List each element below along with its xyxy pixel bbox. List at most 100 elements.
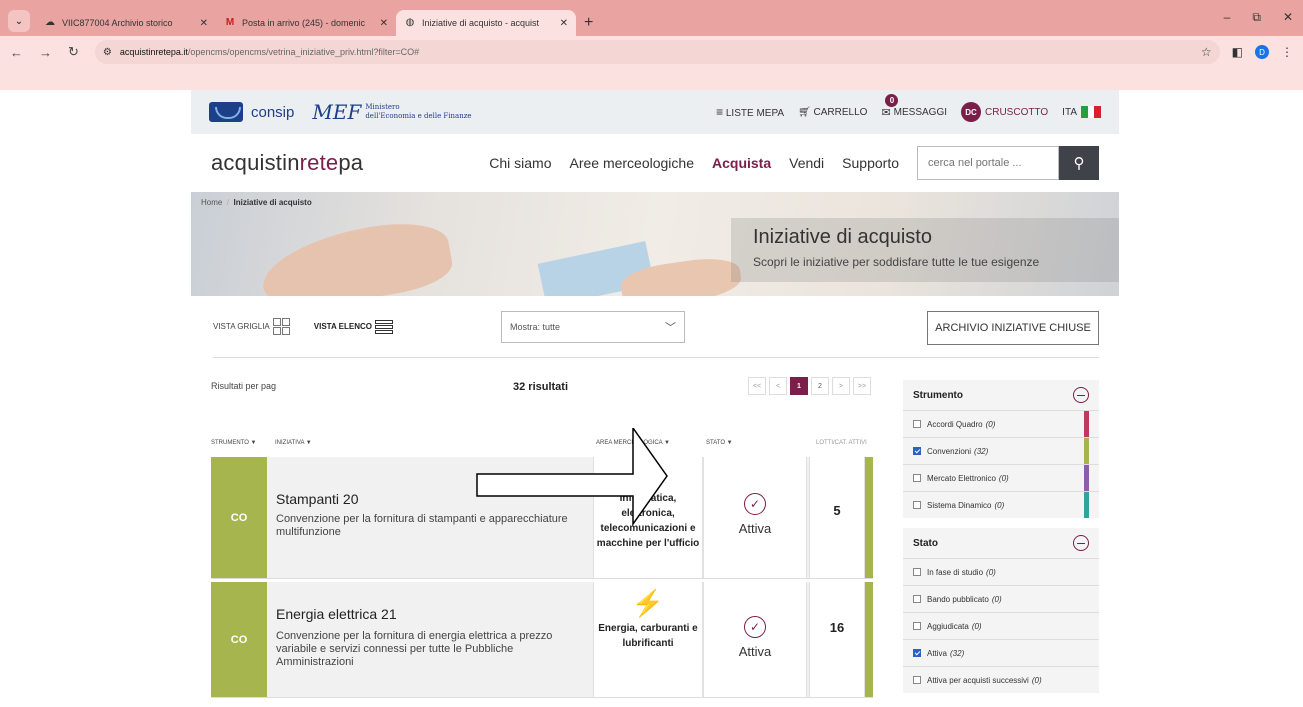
window-controls: – ⧉ ✕ [1224,10,1293,25]
liste-mepa-link[interactable]: ≡ LISTE MEPA [716,105,784,119]
checkbox[interactable] [913,568,921,576]
collapse-minus-icon[interactable] [1073,535,1089,551]
menu-vendi[interactable]: Vendi [789,155,824,171]
annotation-arrow-icon [476,428,668,527]
browser-tab-strip: ⌄ ☁ VIIC877004 Archivio storico ✕ M Post… [0,0,1303,36]
back-icon[interactable]: ← [10,45,23,60]
forward-icon[interactable]: → [39,45,52,60]
messaggi-link[interactable]: 0 ✉ MESSAGGI [881,93,947,119]
stato-cell: ✓ Attiva [703,582,807,697]
checkbox[interactable] [913,622,921,630]
close-window-icon[interactable]: ✕ [1283,10,1293,25]
menu-acquista[interactable]: Acquista [712,155,771,171]
checkbox[interactable] [913,420,921,428]
breadcrumb-home[interactable]: Home [201,198,222,207]
sort-stato[interactable]: STATO ▼ [706,440,733,446]
color-bar [1084,438,1089,464]
table-row[interactable]: CO Energia elettrica 21 Convenzione per … [211,582,873,698]
filter-aggiudicata[interactable]: Aggiudicata (0) [903,612,1099,639]
checkbox-checked[interactable] [913,649,921,657]
filter-convenzioni[interactable]: Convenzioni (32) [903,437,1099,464]
tab-archivio[interactable]: ☁ VIIC877004 Archivio storico ✕ [36,10,216,36]
language-selector[interactable]: ITA [1062,106,1102,118]
search-icon: ⚲ [1073,155,1085,172]
filter-attiva-acquisti-successivi[interactable]: Attiva per acquisti successivi (0) [903,666,1099,693]
tab-iniziative[interactable]: ◍ Iniziative di acquisto - acquist ✕ [396,10,576,36]
tab-search-chevron-icon[interactable]: ⌄ [8,10,30,32]
search-input[interactable] [917,146,1059,180]
menu-kebab-icon[interactable]: ⋮ [1281,45,1293,59]
checkbox[interactable] [913,501,921,509]
close-tab-icon[interactable]: ✕ [380,18,388,29]
cart-icon: 🛒︎ [798,106,811,118]
reload-icon[interactable]: ↻ [68,44,79,60]
filter-sistema-dinamico[interactable]: Sistema Dinamico (0) [903,491,1099,518]
consip-logo-icon[interactable] [209,102,243,122]
page-last[interactable]: >> [853,377,871,395]
site-container: consip MEF Ministero dell'Economia e del… [191,90,1119,698]
vista-elenco-button[interactable]: VISTA ELENCO [314,319,393,334]
search-button[interactable]: ⚲ [1059,146,1099,180]
checkbox[interactable] [913,595,921,603]
filter-accordi-quadro[interactable]: Accordi Quadro (0) [903,410,1099,437]
url-input[interactable]: ⚙ acquistinretepa.it/opencms/opencms/vet… [94,40,1220,64]
filter-stato: Stato In fase di studio (0) Bando pubblic… [903,528,1099,693]
tab-gmail[interactable]: M Posta in arrivo (245) - domenic ✕ [216,10,396,36]
minimize-icon[interactable]: – [1224,10,1231,25]
acquistinretepa-logo[interactable]: acquistinretepa [211,150,363,176]
page-1[interactable]: 1 [790,377,808,395]
menu-chi-siamo[interactable]: Chi siamo [489,155,551,171]
menu-aree-merceologiche[interactable]: Aree merceologiche [569,155,694,171]
close-tab-icon[interactable]: ✕ [200,18,208,29]
page-next[interactable]: > [832,377,850,395]
sort-strumento[interactable]: STRUMENTO ▼ [211,440,257,446]
main-menu: Chi siamo Aree merceologiche Acquista Ve… [489,155,899,171]
lotti-header: LOTTI/CAT. ATTIVI [816,440,867,446]
top-utility-bar: consip MEF Ministero dell'Economia e del… [191,90,1119,134]
profile-avatar[interactable]: D [1255,45,1269,59]
filter-in-fase-di-studio[interactable]: In fase di studio (0) [903,558,1099,585]
cruscotto-link[interactable]: DC CRUSCOTTO [961,102,1048,122]
list-icon: ≡ [716,105,724,119]
check-circle-icon: ✓ [744,616,766,638]
filter-strumento: Strumento Accordi Quadro (0) Convenzioni(… [903,380,1099,518]
iniziativa-title[interactable]: Energia elettrica 21 [276,606,397,622]
site-info-icon[interactable]: ⚙ [103,47,112,58]
row-color-strip [865,582,873,697]
page-2[interactable]: 2 [811,377,829,395]
new-tab-icon[interactable]: + [584,14,593,32]
collapse-minus-icon[interactable] [1073,387,1089,403]
archivio-button[interactable]: ARCHIVIO INIZIATIVE CHIUSE [927,311,1099,345]
close-tab-icon[interactable]: ✕ [560,18,568,29]
sort-iniziativa[interactable]: INIZIATIVA ▼ [275,440,312,446]
vista-griglia-button[interactable]: VISTA GRIGLIA [213,318,290,335]
check-circle-icon: ✓ [744,493,766,515]
page-first[interactable]: << [748,377,766,395]
filter-mercato-elettronico[interactable]: Mercato Elettronico (0) [903,464,1099,491]
grid-icon [272,318,290,335]
iniziativa-title[interactable]: Stampanti 20 [276,491,359,507]
tab-bar: ⌄ ☁ VIIC877004 Archivio storico ✕ M Post… [8,6,593,36]
page-prev[interactable]: < [769,377,787,395]
bookmark-star-icon[interactable]: ☆ [1201,45,1212,59]
mef-logo[interactable]: MEF [312,100,361,124]
bookmark-bar [0,68,1303,90]
checkbox-checked[interactable] [913,447,921,455]
address-bar-row: ← → ↻ ⚙ acquistinretepa.it/opencms/openc… [0,36,1303,68]
filter-attiva[interactable]: Attiva (32) [903,639,1099,666]
checkbox[interactable] [913,474,921,482]
envelope-icon: ✉ [881,106,891,119]
checkbox[interactable] [913,676,921,684]
mostra-select[interactable]: Mostra: tutte ﹀ [501,311,685,343]
breadcrumb-current: Iniziative di acquisto [233,198,312,207]
pagination: << < 1 2 > >> [748,377,871,395]
side-panel-icon[interactable]: ◧ [1232,45,1243,59]
consip-logo-text[interactable]: consip [251,104,294,121]
carrello-link[interactable]: 🛒︎ CARRELLO [798,107,867,118]
results-per-page-label[interactable]: Risultati per pag [211,381,276,391]
restore-icon[interactable]: ⧉ [1252,10,1261,25]
menu-supporto[interactable]: Supporto [842,155,899,171]
gmail-icon: M [225,17,235,28]
filter-bando-pubblicato[interactable]: Bando pubblicato (0) [903,585,1099,612]
results-count: 32 risultati [513,381,569,393]
